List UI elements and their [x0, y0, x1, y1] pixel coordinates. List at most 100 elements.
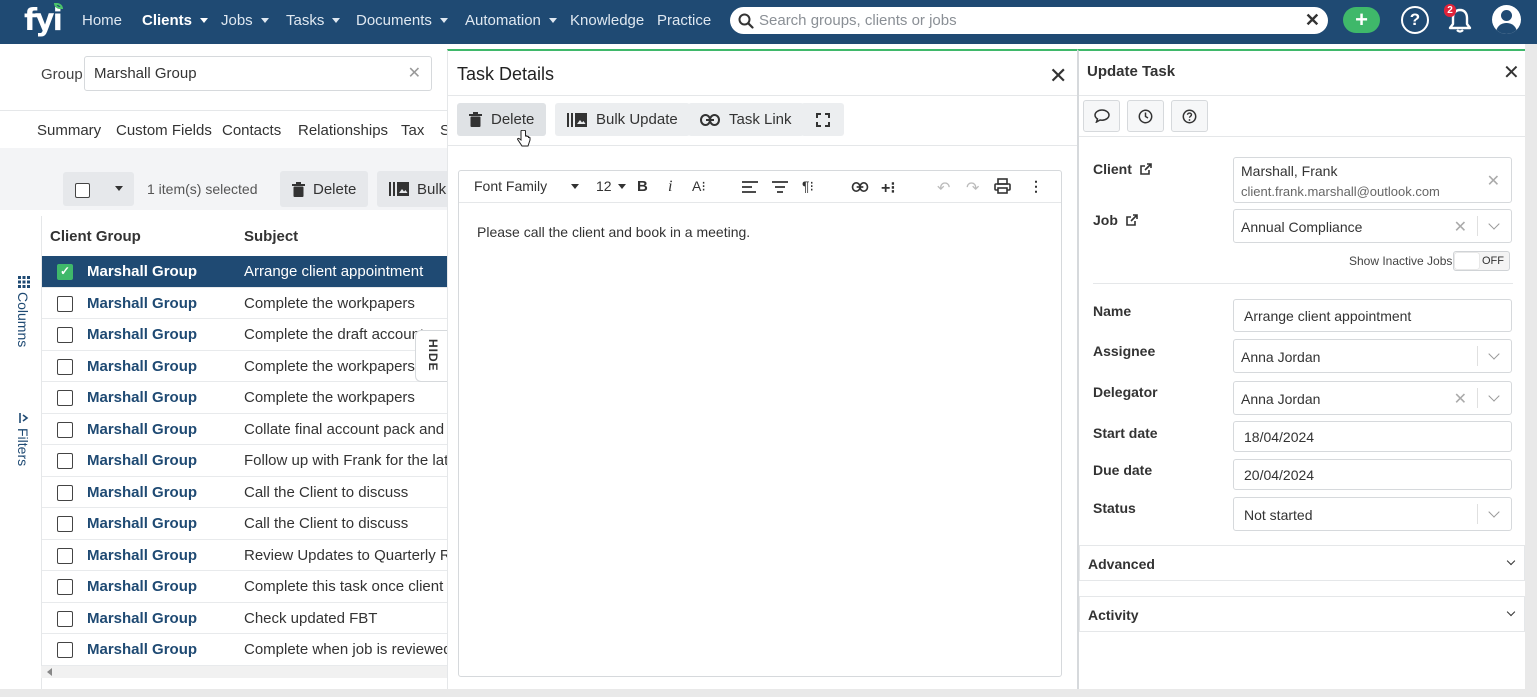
row-client-group[interactable]: Marshall Group: [87, 326, 197, 343]
row-client-group[interactable]: Marshall Group: [87, 263, 197, 280]
table-row[interactable]: Marshall Group Collate final account pack…: [42, 414, 447, 445]
insert-more-icon[interactable]: +⁝: [881, 178, 895, 198]
nav-automation[interactable]: Automation: [465, 12, 557, 29]
fyi-logo[interactable]: fyi: [24, 2, 64, 40]
row-checkbox[interactable]: [57, 484, 73, 501]
notifications-button[interactable]: 2: [1444, 4, 1473, 34]
select-all-checkbox[interactable]: [75, 183, 90, 198]
row-checkbox[interactable]: [57, 547, 73, 564]
chevron-left-icon[interactable]: [47, 668, 52, 676]
italic-icon[interactable]: i: [668, 178, 672, 196]
chevron-down-icon[interactable]: [1477, 504, 1511, 524]
row-checkbox[interactable]: [57, 579, 73, 595]
tab-comments[interactable]: [1083, 100, 1120, 132]
row-client-group[interactable]: Marshall Group: [87, 547, 197, 564]
table-row[interactable]: Marshall Group Complete the workpapers: [42, 288, 447, 319]
external-link-icon[interactable]: [1126, 214, 1138, 226]
table-row[interactable]: Marshall Group Follow up with Frank for t…: [42, 445, 447, 477]
editor-content[interactable]: Please call the client and book in a mee…: [477, 224, 750, 240]
row-client-group[interactable]: Marshall Group: [87, 484, 197, 501]
table-row[interactable]: Marshall Group Review Updates to Quarterl…: [42, 540, 447, 571]
align-center-icon[interactable]: [772, 181, 788, 193]
table-row[interactable]: Marshall Group Complete the draft account…: [42, 319, 447, 351]
add-button[interactable]: +: [1343, 7, 1380, 33]
nav-clients[interactable]: Clients: [142, 12, 209, 29]
job-select[interactable]: Annual Compliance ✕: [1233, 209, 1512, 243]
print-icon[interactable]: [994, 178, 1011, 194]
tab-history[interactable]: [1127, 100, 1164, 132]
close-icon[interactable]: ✕: [1454, 217, 1467, 237]
close-icon[interactable]: ✕: [408, 57, 421, 90]
bold-icon[interactable]: B: [637, 178, 648, 195]
list-delete-button[interactable]: Delete: [280, 171, 369, 207]
user-avatar-icon[interactable]: [1492, 5, 1521, 34]
due-date-input[interactable]: 20/04/2024: [1233, 459, 1512, 490]
more-vertical-icon[interactable]: ⋮: [1029, 178, 1043, 195]
tab-summary[interactable]: Summary: [37, 122, 101, 139]
row-client-group[interactable]: Marshall Group: [87, 295, 197, 312]
nav-documents[interactable]: Documents: [356, 12, 448, 29]
chevron-down-icon[interactable]: [1477, 388, 1511, 408]
nav-home[interactable]: Home: [82, 12, 122, 29]
row-checkbox[interactable]: [57, 390, 73, 406]
row-client-group[interactable]: Marshall Group: [87, 578, 197, 595]
row-checkbox[interactable]: ✓: [57, 264, 73, 280]
close-icon[interactable]: ✕: [1305, 10, 1320, 31]
row-client-group[interactable]: Marshall Group: [87, 389, 197, 406]
bulk-update-button[interactable]: Bulk Update: [555, 103, 690, 136]
table-row[interactable]: Marshall Group Complete this task once cl…: [42, 571, 447, 603]
horizontal-scrollbar[interactable]: [41, 666, 447, 678]
assignee-select[interactable]: Anna Jordan: [1233, 339, 1512, 373]
fullscreen-button[interactable]: [801, 103, 844, 136]
column-header-client-group[interactable]: Client Group: [50, 228, 141, 245]
select-all-dropdown[interactable]: [63, 172, 134, 206]
row-checkbox[interactable]: [57, 295, 73, 312]
tab-tax[interactable]: Tax: [401, 122, 424, 139]
row-client-group[interactable]: Marshall Group: [87, 515, 197, 532]
text-format-icon[interactable]: A⁝: [692, 178, 706, 195]
column-header-subject[interactable]: Subject: [244, 228, 298, 245]
hide-panel-tab[interactable]: HIDE: [415, 330, 447, 382]
delegator-select[interactable]: Anna Jordan ✕: [1233, 381, 1512, 415]
row-checkbox[interactable]: [57, 610, 73, 627]
search-input[interactable]: [759, 12, 1299, 29]
tab-contacts[interactable]: Contacts: [222, 122, 281, 139]
row-checkbox[interactable]: [57, 358, 73, 375]
row-checkbox[interactable]: [57, 453, 73, 469]
row-checkbox[interactable]: [57, 421, 73, 438]
row-client-group[interactable]: Marshall Group: [87, 421, 197, 438]
nav-jobs[interactable]: Jobs: [221, 12, 269, 29]
delete-task-button[interactable]: Delete: [457, 103, 547, 136]
row-checkbox[interactable]: [57, 516, 73, 532]
tab-relationships[interactable]: Relationships: [298, 122, 388, 139]
row-checkbox[interactable]: [57, 327, 73, 343]
list-bulk-button[interactable]: Bulk: [377, 171, 447, 207]
advanced-section[interactable]: Advanced: [1079, 545, 1525, 581]
table-row[interactable]: ✓ Marshall Group Arrange client appointmen…: [42, 256, 447, 288]
start-date-input[interactable]: 18/04/2024: [1233, 421, 1512, 452]
row-checkbox[interactable]: [57, 642, 73, 658]
external-link-icon[interactable]: [1140, 163, 1152, 175]
paragraph-icon[interactable]: ¶⁝: [802, 178, 814, 195]
table-row[interactable]: Marshall Group Complete when job is revie…: [42, 634, 447, 666]
row-client-group[interactable]: Marshall Group: [87, 641, 197, 658]
nav-knowledge[interactable]: Knowledge: [570, 12, 644, 29]
row-client-group[interactable]: Marshall Group: [87, 452, 197, 469]
chevron-down-icon[interactable]: [1477, 346, 1511, 366]
chevron-down-icon[interactable]: [1477, 216, 1511, 236]
nav-practice[interactable]: Practice: [657, 12, 711, 29]
table-row[interactable]: Marshall Group Call the Client to discuss: [42, 508, 447, 540]
row-client-group[interactable]: Marshall Group: [87, 610, 197, 627]
tab-custom-fields[interactable]: Custom Fields: [116, 122, 212, 139]
undo-icon[interactable]: ↶: [937, 178, 950, 198]
redo-icon[interactable]: ↷: [966, 178, 979, 198]
font-size-select[interactable]: 12: [596, 178, 626, 194]
tab-more[interactable]: S: [440, 122, 447, 139]
font-family-select[interactable]: Font Family: [474, 178, 580, 194]
close-icon[interactable]: ✕: [1487, 171, 1500, 191]
table-row[interactable]: Marshall Group Check updated FBT: [42, 603, 447, 634]
help-icon[interactable]: ?: [1401, 6, 1429, 34]
align-left-icon[interactable]: [742, 181, 758, 193]
tab-help[interactable]: [1171, 100, 1208, 132]
table-row[interactable]: Marshall Group Call the Client to discuss: [42, 477, 447, 508]
